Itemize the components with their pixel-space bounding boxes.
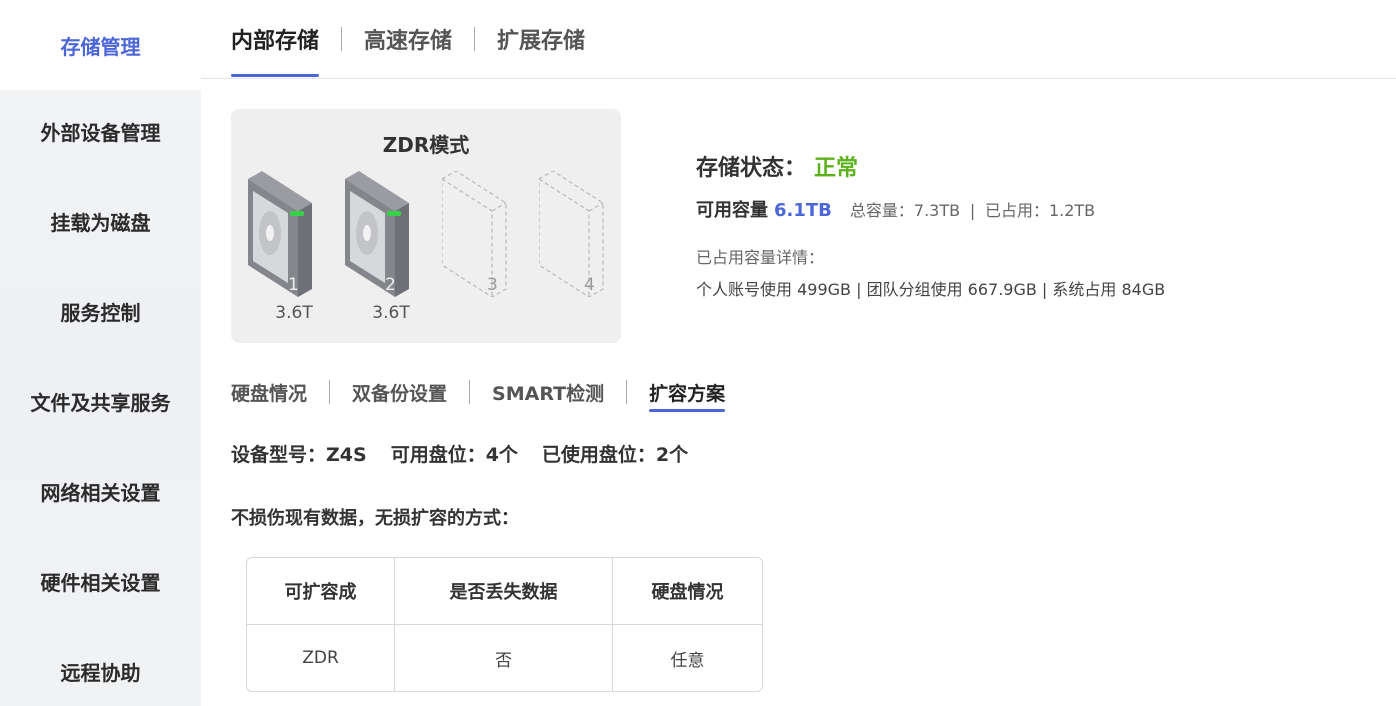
disk-slot-2[interactable]: 2 3.6T (345, 171, 415, 323)
sidebar-item-external-devices[interactable]: 外部设备管理 (0, 86, 201, 176)
table-header-row: 可扩容成 是否丢失数据 硬盘情况 (247, 558, 762, 625)
storage-tabs: 内部存储 高速存储 扩展存储 (231, 0, 585, 78)
tab-divider (341, 27, 343, 51)
slot-number: 2 (385, 275, 396, 295)
slot-number: 4 (584, 275, 595, 295)
expansion-table: 可扩容成 是否丢失数据 硬盘情况 ZDR 否 任意 (246, 557, 763, 692)
tab-extended-storage[interactable]: 扩展存储 (497, 0, 585, 78)
slot-number: 3 (487, 275, 498, 295)
disk-sub-tabs: 硬盘情况 双备份设置 SMART检测 扩容方案 (231, 372, 726, 412)
device-info: 设备型号：Z4S 可用盘位：4个 已使用盘位：2个 (231, 440, 712, 467)
status-led-icon (387, 211, 401, 216)
storage-status-label: 存储状态： (696, 156, 807, 181)
table-cell: ZDR (247, 625, 395, 691)
hard-drive-icon (345, 171, 409, 297)
available-capacity-label: 可用容量 (696, 200, 768, 221)
sidebar-item-file-sharing[interactable]: 文件及共享服务 (0, 356, 201, 446)
total-capacity: 总容量：7.3TB (849, 201, 961, 220)
header-divider (201, 78, 1396, 79)
column-header: 是否丢失数据 (395, 558, 613, 625)
sidebar-item-mount-disk[interactable]: 挂载为磁盘 (0, 176, 201, 266)
used-detail-breakdown: 个人账号使用 499GB | 团队分组使用 667.9GB | 系统占用 84G… (696, 280, 1166, 299)
sidebar-item-network[interactable]: 网络相关设置 (0, 446, 201, 536)
slot-number: 1 (288, 275, 299, 295)
tab-dual-backup[interactable]: 双备份设置 (352, 372, 447, 412)
disk-overview-card: ZDR模式 1 3.6T 2 3.6T 3 4 (231, 109, 621, 343)
tab-high-speed-storage[interactable]: 高速存储 (364, 0, 452, 78)
storage-status: 存储状态： 正常 (696, 150, 858, 182)
device-model: 设备型号：Z4S (231, 444, 367, 466)
column-header: 硬盘情况 (613, 558, 762, 625)
disk-slot-4[interactable]: 4 (539, 171, 609, 307)
tab-divider (474, 27, 476, 51)
used-detail-title: 已占用容量详情： (696, 248, 825, 267)
sidebar-item-service-control[interactable]: 服务控制 (0, 266, 201, 356)
column-header: 可扩容成 (247, 558, 395, 625)
tab-divider (329, 380, 331, 404)
tab-divider (469, 380, 471, 404)
disk-slot-3[interactable]: 3 (442, 171, 512, 307)
disk-slot-1[interactable]: 1 3.6T (248, 171, 318, 323)
tab-internal-storage[interactable]: 内部存储 (231, 0, 320, 78)
tab-expansion-plan[interactable]: 扩容方案 (649, 372, 726, 412)
capacity-separator: | (969, 201, 976, 220)
used-capacity: 已占用：1.2TB (984, 201, 1096, 220)
storage-status-value: 正常 (814, 156, 859, 181)
available-capacity-value: 6.1TB (774, 200, 832, 221)
capacity-summary: 可用容量 6.1TB 总容量：7.3TB | 已占用：1.2TB (696, 196, 1095, 222)
sidebar-item-hardware[interactable]: 硬件相关设置 (0, 536, 201, 626)
status-led-icon (290, 211, 304, 216)
storage-mode-title: ZDR模式 (382, 133, 470, 157)
table-cell: 任意 (670, 650, 705, 671)
table-cell: 否 (395, 625, 613, 691)
slot-capacity: 3.6T (275, 303, 313, 323)
empty-slot-icon (442, 171, 507, 297)
sidebar-item-storage[interactable]: 存储管理 (0, 0, 201, 90)
sidebar: 存储管理 外部设备管理 挂载为磁盘 服务控制 文件及共享服务 网络相关设置 硬件… (0, 0, 201, 706)
tab-smart-check[interactable]: SMART检测 (492, 372, 604, 412)
tab-disk-status[interactable]: 硬盘情况 (231, 372, 307, 412)
sidebar-item-remote-assist[interactable]: 远程协助 (0, 626, 201, 706)
empty-slot-icon (539, 171, 604, 297)
slot-capacity: 3.6T (372, 303, 410, 323)
hard-drive-icon (248, 171, 312, 297)
expansion-method-title: 不损伤现有数据，无损扩容的方式： (231, 508, 519, 529)
available-slots: 可用盘位：4个 (390, 444, 518, 466)
tab-divider (626, 380, 628, 404)
used-slots: 已使用盘位：2个 (541, 444, 689, 466)
table-row: ZDR 否 任意 (247, 625, 762, 691)
